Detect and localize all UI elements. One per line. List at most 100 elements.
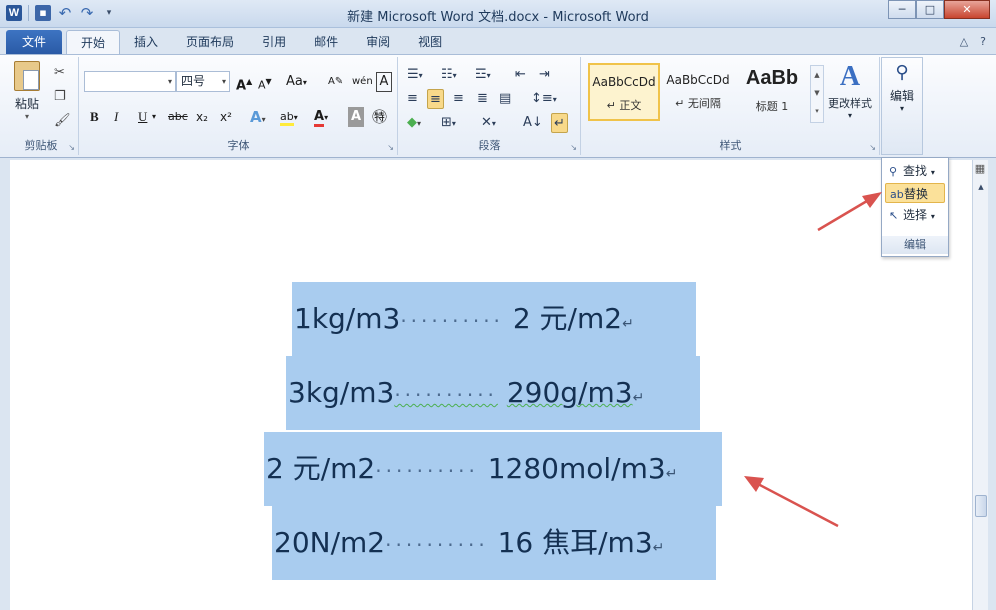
superscript-button[interactable]: x² [220, 107, 232, 127]
minimize-ribbon-icon[interactable]: △ [960, 35, 968, 48]
dialog-launcher-icon[interactable]: ↘ [387, 143, 394, 152]
ribbon: 粘贴 ▾ ✂ ❐ 🖌 剪贴板 ↘ ▾ 四号 ▾ A▲ A▼ Aa▾ A✎ wén… [0, 54, 996, 158]
tab-review[interactable]: 审阅 [352, 30, 404, 54]
help-icon[interactable]: ? [980, 35, 986, 48]
chevron-down-icon: ▾ [930, 168, 935, 177]
close-button[interactable]: ✕ [944, 0, 990, 19]
style-heading-1[interactable]: AaBb 标题 1 [736, 63, 808, 121]
distributed-icon[interactable]: ▤ [499, 89, 511, 109]
select-label: 选择 [903, 208, 928, 222]
sort-icon[interactable]: A↓ [523, 113, 543, 133]
grow-font-button[interactable]: A▲ [236, 72, 252, 93]
clear-formatting-icon[interactable]: A✎ [328, 72, 343, 92]
paste-button[interactable]: 粘贴 ▾ [10, 61, 44, 121]
select-menu-item[interactable]: ↖ 选择 ▾ [885, 205, 945, 225]
line-right-text: 16 焦耳/m3 [497, 526, 653, 559]
change-case-button[interactable]: Aa▾ [286, 72, 307, 92]
enclose-characters-icon[interactable]: ㊕ [372, 107, 387, 127]
change-styles-label: 更改样式 [828, 97, 872, 110]
format-painter-icon[interactable]: 🖌 [54, 113, 71, 128]
asian-layout-icon[interactable]: ✕▾ [481, 113, 496, 133]
phonetic-guide-icon[interactable]: wén [352, 72, 373, 92]
styles-group-label: 样式 [719, 139, 742, 152]
chevron-down-icon: ▾ [899, 104, 904, 113]
scroll-up-icon[interactable]: ▲ [975, 180, 987, 194]
editing-button[interactable]: ⚲ 编辑 ▾ [882, 62, 922, 113]
underline-button[interactable]: U [138, 107, 147, 127]
scroll-thumb[interactable] [975, 495, 987, 517]
font-color-icon[interactable]: A▾ [314, 107, 328, 127]
ruler-toggle-icon[interactable]: ▦ [972, 162, 988, 178]
line-spacing-icon[interactable]: ↕≡▾ [531, 89, 557, 109]
font-size-combo[interactable]: 四号 ▾ [176, 71, 230, 92]
tab-right-controls: △ ? [960, 35, 986, 48]
highlight-icon[interactable]: ab▾ [280, 107, 298, 127]
style-name: ↵ 正文 [606, 99, 642, 112]
justify-icon[interactable]: ≣ [477, 89, 488, 109]
style-name: 标题 1 [755, 100, 789, 113]
style-name: ↵ 无间隔 [675, 97, 721, 110]
show-marks-icon[interactable]: ↵ [551, 113, 568, 133]
find-menu-item[interactable]: ⚲ 查找 ▾ [885, 161, 945, 181]
numbering-icon[interactable]: ☷▾ [441, 65, 457, 85]
tab-leader: ·········· [394, 383, 498, 407]
dialog-launcher-icon[interactable]: ↘ [869, 143, 876, 152]
text-line[interactable]: 1kg/m3·········· 2 元/m2↵ [292, 282, 696, 356]
chevron-down-icon[interactable]: ▾ [152, 107, 156, 127]
shading-icon[interactable]: ◆▾ [407, 113, 421, 133]
chevron-down-icon: ▾ [847, 111, 852, 120]
tab-view[interactable]: 视图 [404, 30, 456, 54]
replace-menu-item[interactable]: ab替换 [885, 183, 945, 203]
character-shading-icon[interactable]: A [348, 107, 364, 127]
align-right-icon[interactable]: ≡ [453, 89, 464, 109]
dialog-launcher-icon[interactable]: ↘ [68, 143, 75, 152]
style-normal[interactable]: AaBbCcDd ↵ 正文 [588, 63, 660, 121]
window-title: 新建 Microsoft Word 文档.docx - Microsoft Wo… [347, 10, 649, 25]
text-line[interactable]: 20N/m2·········· 16 焦耳/m3↵ [272, 506, 716, 580]
paste-label: 粘贴 [14, 97, 39, 111]
tab-page-layout[interactable]: 页面布局 [172, 30, 248, 54]
minimize-button[interactable]: ─ [888, 0, 916, 19]
tab-home[interactable]: 开始 [66, 30, 121, 54]
cursor-icon: ↖ [889, 209, 899, 222]
character-border-icon[interactable]: A [376, 72, 392, 92]
italic-button[interactable]: I [114, 107, 118, 127]
vertical-scrollbar[interactable]: ▲ [972, 160, 988, 610]
bold-button[interactable]: B [90, 107, 99, 127]
style-sample: AaBbCcDd [666, 73, 730, 87]
editing-group-button[interactable]: ⚲ 编辑 ▾ [881, 57, 923, 155]
dialog-launcher-icon[interactable]: ↘ [570, 143, 577, 152]
text-line[interactable]: 3kg/m3·········· 290g/m3↵ [286, 356, 700, 430]
tab-references[interactable]: 引用 [248, 30, 300, 54]
tab-file[interactable]: 文件 [6, 30, 63, 54]
document-page[interactable]: 1kg/m3·········· 2 元/m2↵ 3kg/m3·········… [10, 160, 972, 610]
strikethrough-button[interactable]: abc [168, 107, 188, 127]
font-name-combo[interactable]: ▾ [84, 71, 176, 92]
borders-icon[interactable]: ⊞▾ [441, 113, 456, 133]
change-styles-button[interactable]: A 更改样式 ▾ [824, 61, 876, 120]
text-line[interactable]: 2 元/m2·········· 1280mol/m3↵ [264, 432, 722, 506]
subscript-button[interactable]: x₂ [196, 107, 208, 127]
tab-insert[interactable]: 插入 [120, 30, 172, 54]
maximize-button[interactable]: □ [916, 0, 944, 19]
paragraph-mark: ↵ [652, 540, 665, 556]
font-group: ▾ 四号 ▾ A▲ A▼ Aa▾ A✎ wén A B I U ▾ abc x₂… [80, 57, 398, 155]
bullets-icon[interactable]: ☰▾ [407, 65, 423, 85]
copy-icon[interactable]: ❐ [54, 89, 66, 104]
line-left-text: 2 元/m2 [266, 452, 376, 485]
multilevel-list-icon[interactable]: ☲▾ [475, 65, 491, 85]
tab-mailings[interactable]: 邮件 [300, 30, 352, 54]
paragraph-mark: ↵ [622, 316, 634, 332]
decrease-indent-icon[interactable]: ⇤ [515, 65, 526, 85]
increase-indent-icon[interactable]: ⇥ [539, 65, 550, 85]
line-left-text: 1kg/m3 [294, 302, 401, 335]
align-center-icon[interactable]: ≡ [427, 89, 444, 109]
align-left-icon[interactable]: ≡ [407, 89, 418, 109]
chevron-down-icon: ▾ [221, 77, 226, 86]
text-effects-icon[interactable]: A▾ [250, 107, 266, 127]
gallery-scroll[interactable]: ▲ ▼ ▾ [810, 65, 824, 123]
style-sample: AaBbCcDd [592, 75, 656, 89]
style-no-spacing[interactable]: AaBbCcDd ↵ 无间隔 [662, 63, 734, 121]
shrink-font-button[interactable]: A▼ [258, 72, 272, 92]
cut-icon[interactable]: ✂ [54, 65, 65, 80]
